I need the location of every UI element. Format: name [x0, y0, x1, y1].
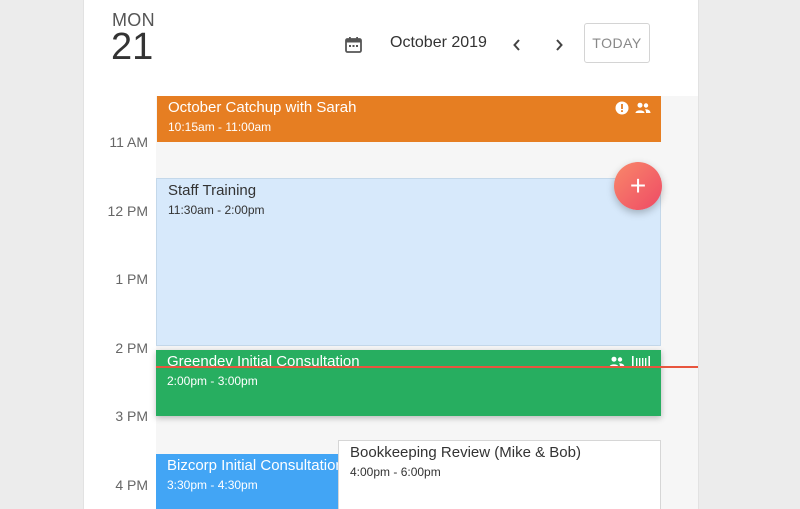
event-bookkeeping-review[interactable]: Bookkeeping Review (Mike & Bob) 4:00pm -…	[338, 440, 661, 509]
alert-icon	[615, 101, 629, 115]
event-greendev-consultation[interactable]: Greendev Initial Consultation 2:00pm - 3…	[156, 350, 661, 416]
time-label: 12 PM	[107, 203, 148, 219]
day-grid[interactable]: October Catchup with Sarah 10:15am - 11:…	[156, 96, 698, 509]
time-label: 1 PM	[115, 271, 148, 287]
time-label: 3 PM	[115, 408, 148, 424]
event-title: Greendev Initial Consultation	[167, 353, 360, 370]
event-time: 10:15am - 11:00am	[168, 120, 272, 134]
time-label: 11 AM	[109, 134, 148, 150]
previous-button[interactable]	[507, 34, 527, 56]
add-event-button[interactable]: +	[614, 162, 662, 210]
time-label: 2 PM	[115, 340, 148, 356]
time-label: 4 PM	[115, 477, 148, 493]
month-label[interactable]: October 2019	[390, 34, 487, 52]
event-october-catchup[interactable]: October Catchup with Sarah 10:15am - 11:…	[157, 96, 661, 142]
people-icon	[635, 102, 651, 113]
event-time: 2:00pm - 3:00pm	[167, 374, 258, 388]
event-icons	[615, 101, 651, 115]
current-time-indicator	[156, 366, 698, 368]
day-number: 21	[111, 26, 154, 68]
time-column: 11 AM 12 PM 1 PM 2 PM 3 PM 4 PM	[84, 96, 156, 509]
calendar-header: MON 21 October 2019 TODAY	[84, 0, 698, 96]
event-time: 4:00pm - 6:00pm	[350, 465, 441, 479]
today-button[interactable]: TODAY	[584, 23, 650, 63]
day-view-panel: MON 21 October 2019 TODAY 11 AM 12 PM 1 …	[84, 0, 698, 509]
event-title: Staff Training	[168, 182, 257, 199]
calendar-icon[interactable]	[344, 35, 364, 55]
event-title: October Catchup with Sarah	[168, 99, 357, 116]
event-title: Bookkeeping Review (Mike & Bob)	[350, 444, 581, 461]
next-button[interactable]	[549, 34, 569, 56]
chevron-left-icon	[513, 39, 520, 51]
add-icon: +	[629, 170, 647, 201]
event-staff-training[interactable]: Staff Training 11:30am - 2:00pm	[156, 178, 661, 346]
chevron-right-icon	[556, 39, 563, 51]
event-time: 11:30am - 2:00pm	[168, 203, 265, 217]
